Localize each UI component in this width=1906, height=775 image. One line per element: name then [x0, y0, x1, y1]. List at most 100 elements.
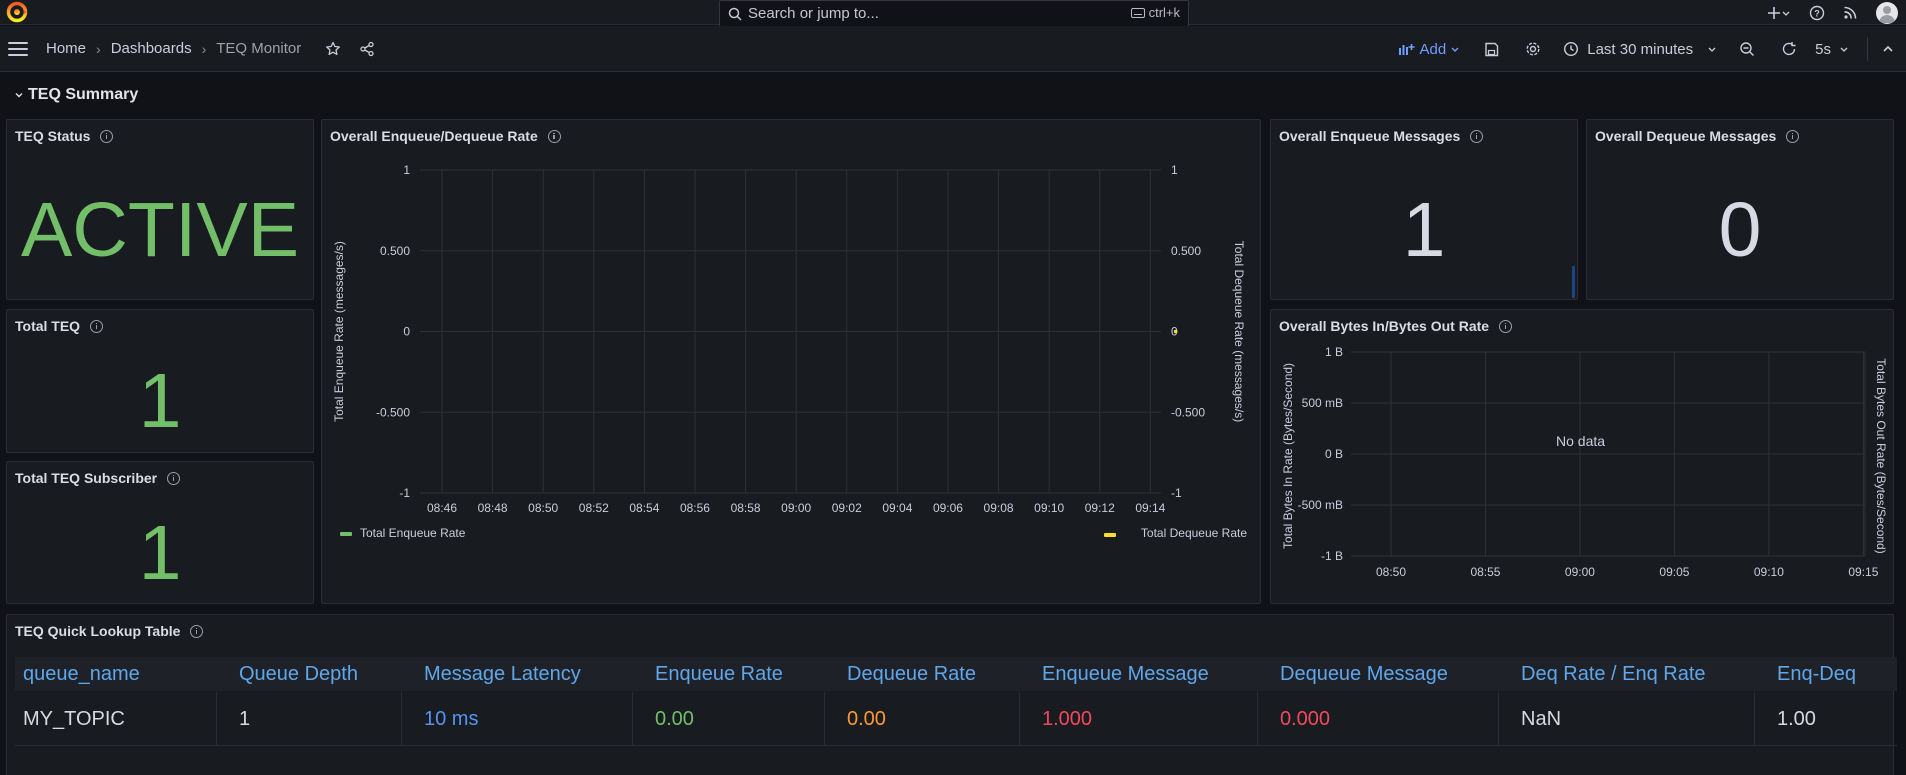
info-icon[interactable]	[547, 129, 561, 143]
cell-deq-enq-ratio: NaN	[1521, 708, 1562, 730]
panel-header: Overall Enqueue/Dequeue Rate	[330, 128, 561, 144]
column-header-dequeue-message[interactable]: Dequeue Message	[1280, 657, 1448, 691]
dashboard-settings-button[interactable]	[1525, 41, 1541, 57]
chevron-down-icon	[1782, 11, 1790, 16]
x-tick-label: 09:04	[882, 501, 912, 515]
panel-teq-status: TEQ Status ACTIVE	[6, 119, 314, 300]
stat-value: 1	[1402, 187, 1446, 273]
keyboard-icon	[1130, 7, 1145, 18]
y-axis-label: Total Bytes In Rate (Bytes/Second)	[1281, 363, 1295, 549]
rate-chart[interactable]: 110.5000.50000-0.500-0.500-1-108:4608:48…	[322, 156, 1260, 596]
cell-enqueue-message: 1.000	[1042, 708, 1093, 730]
table-header: queue_name Queue Depth Message Latency E…	[15, 657, 1897, 691]
column-header-enqueue-message[interactable]: Enqueue Message	[1042, 657, 1209, 691]
breadcrumb-home[interactable]: Home	[46, 40, 86, 57]
chevron-down-icon	[15, 93, 23, 98]
stat-value: ACTIVE	[20, 187, 300, 273]
column-header-message-latency[interactable]: Message Latency	[424, 657, 581, 691]
info-icon[interactable]	[1499, 319, 1513, 333]
time-range-picker[interactable]: Last 30 minutes	[1563, 41, 1717, 58]
search-input[interactable]: Search or jump to... ctrl+k	[719, 0, 1189, 27]
panel-header: TEQ Status	[15, 128, 114, 144]
x-tick-label: 09:14	[1135, 501, 1165, 515]
clock-icon	[1564, 41, 1579, 57]
panel-title: Overall Dequeue Messages	[1595, 128, 1777, 144]
breadcrumb-current: TEQ Monitor	[216, 40, 302, 57]
data-point	[1173, 329, 1178, 334]
x-tick-label: 09:12	[1085, 501, 1115, 515]
x-tick-label: 08:56	[680, 501, 710, 515]
column-divider	[824, 692, 825, 746]
help-button[interactable]: ?	[1809, 5, 1825, 21]
search-placeholder: Search or jump to...	[748, 5, 879, 22]
row-header[interactable]: TEQ Summary	[14, 86, 138, 104]
panel-total-teq-subscriber: Total TEQ Subscriber 1	[6, 461, 314, 604]
panel-title: Overall Enqueue/Dequeue Rate	[330, 128, 538, 144]
column-divider	[1498, 692, 1499, 746]
column-header-queue-name[interactable]: queue_name	[23, 657, 140, 691]
refresh-picker[interactable]: 5s	[1781, 41, 1849, 58]
column-divider	[401, 692, 402, 746]
y-tick-label: 1	[403, 163, 410, 177]
cell-queue-depth: 1	[239, 708, 251, 730]
y-tick-label: 0 B	[1325, 447, 1343, 461]
x-tick-label: 09:00	[781, 501, 811, 515]
news-button[interactable]	[1843, 5, 1858, 20]
info-icon[interactable]	[100, 129, 114, 143]
grafana-logo-icon[interactable]	[6, 1, 28, 23]
cell-dequeue-rate: 0.00	[847, 708, 886, 730]
y-tick-label: -1 B	[1321, 549, 1343, 563]
star-icon	[326, 41, 341, 55]
table-row[interactable]: MY_TOPIC 1 10 ms 0.00 0.00 1.000 0.000 N…	[15, 692, 1897, 746]
x-tick-label: 08:55	[1470, 565, 1500, 579]
column-header-dequeue-rate[interactable]: Dequeue Rate	[847, 657, 976, 691]
panel-overall-enqueue-messages: Overall Enqueue Messages 1	[1270, 119, 1578, 300]
info-icon[interactable]	[1786, 129, 1800, 143]
x-tick-label: 09:00	[1565, 565, 1595, 579]
x-tick-label: 08:46	[427, 501, 457, 515]
column-header-enqueue-rate[interactable]: Enqueue Rate	[655, 657, 783, 691]
x-tick-label: 09:05	[1659, 565, 1689, 579]
x-tick-label: 09:08	[984, 501, 1014, 515]
add-panel-icon	[1398, 44, 1415, 55]
refresh-icon	[1782, 42, 1796, 56]
save-icon	[1485, 42, 1499, 56]
cell-queue-name: MY_TOPIC	[23, 708, 125, 730]
add-button[interactable]: Add	[1398, 41, 1461, 58]
dashboard-nav-bar: Home › Dashboards › TEQ Monitor Add Last…	[0, 26, 1906, 72]
y2-axis-label: Total Bytes Out Rate (Bytes/Second)	[1874, 358, 1888, 553]
info-icon[interactable]	[190, 624, 204, 638]
stat-value: 1	[138, 358, 182, 444]
menu-toggle-button[interactable]	[8, 41, 28, 56]
collapse-toolbar-button[interactable]	[1882, 43, 1894, 55]
y-tick-label: -1	[399, 486, 410, 500]
info-icon[interactable]	[1470, 129, 1484, 143]
column-header-deq-enq-ratio[interactable]: Deq Rate / Enq Rate	[1521, 657, 1706, 691]
search-icon	[728, 7, 742, 21]
share-icon	[360, 41, 374, 56]
y-tick-label: 1 B	[1325, 345, 1343, 359]
info-icon[interactable]	[167, 471, 181, 485]
stat-value: 0	[1718, 187, 1762, 273]
column-header-queue-depth[interactable]: Queue Depth	[239, 657, 358, 691]
panel-header: Overall Bytes In/Bytes Out Rate	[1279, 318, 1513, 334]
save-dashboard-button[interactable]	[1484, 42, 1499, 57]
info-icon[interactable]	[90, 319, 104, 333]
zoom-out-button[interactable]	[1739, 41, 1755, 57]
toolbar-divider	[1867, 37, 1868, 61]
user-avatar[interactable]	[1876, 1, 1898, 24]
x-tick-label: 08:58	[731, 501, 761, 515]
x-tick-label: 09:06	[933, 501, 963, 515]
breadcrumb-dashboards[interactable]: Dashboards	[111, 40, 192, 57]
new-menu-button[interactable]	[1767, 6, 1791, 20]
panel-title: TEQ Status	[15, 128, 91, 144]
rss-icon	[1844, 6, 1857, 19]
bytes-chart[interactable]: 1 B 500 mB 0 B -500 mB -1 B 08:50 08:55 09:00 09…	[1271, 342, 1893, 600]
y2-axis-label: Total Dequeue Rate (messages/s)	[1232, 241, 1246, 422]
panel-header: Overall Enqueue Messages	[1279, 128, 1484, 144]
plus-icon	[1768, 6, 1780, 19]
column-header-enq-deq[interactable]: Enq-Deq	[1777, 657, 1856, 691]
star-button[interactable]	[325, 41, 341, 57]
share-button[interactable]	[359, 41, 375, 57]
x-tick-label: 08:54	[629, 501, 659, 515]
